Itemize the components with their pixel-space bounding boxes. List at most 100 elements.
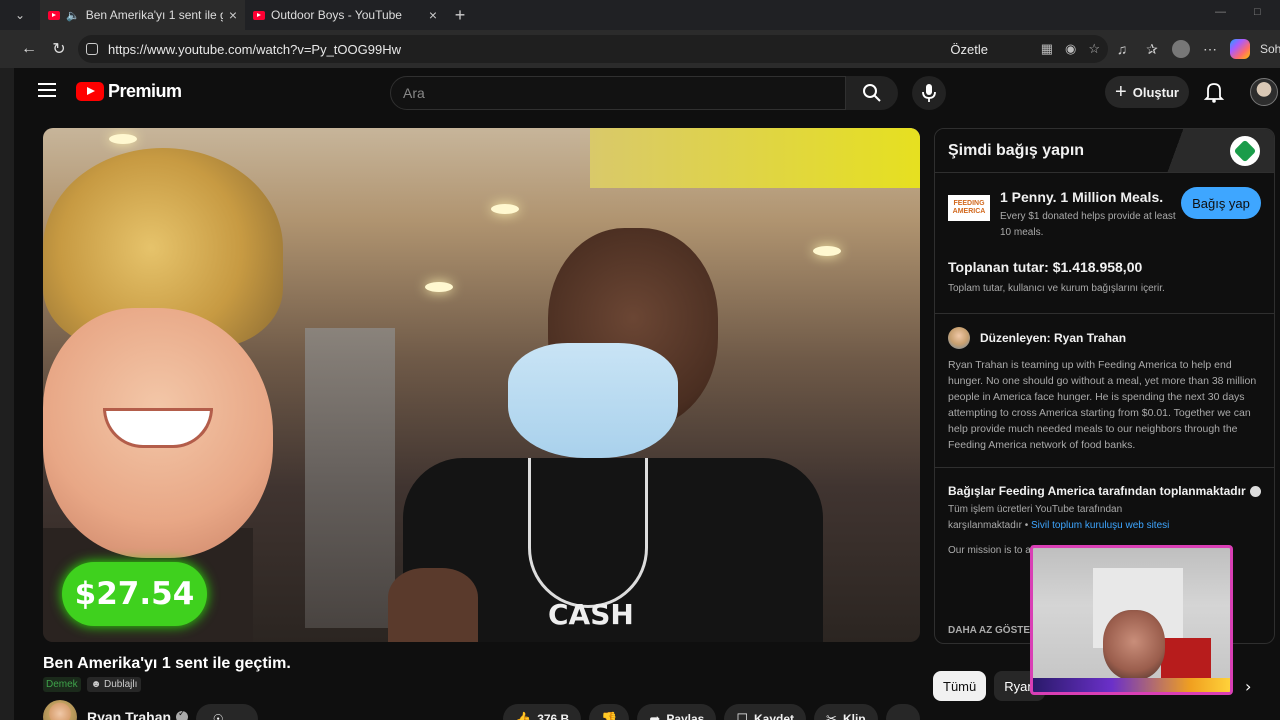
raised-note: Toplam tutar, kullanıcı ve kurum bağışla… xyxy=(948,283,1165,294)
video-frame-mask xyxy=(508,343,678,458)
divider xyxy=(935,467,1274,468)
like-button[interactable]: 👍 376 B xyxy=(503,704,582,720)
favorites-icon[interactable]: ✰ xyxy=(1142,34,1162,64)
tab-list-chevron-icon[interactable]: ⌄ xyxy=(0,0,40,30)
save-icon: ☐ xyxy=(736,711,749,720)
tag-demo: Demek xyxy=(43,677,81,692)
summarize-button[interactable]: Özetle xyxy=(950,42,988,57)
hamburger-menu-icon[interactable] xyxy=(38,83,56,97)
verified-icon xyxy=(176,709,189,720)
minimize-icon[interactable]: — xyxy=(1215,6,1226,18)
speaker-icon[interactable]: 🔈 xyxy=(66,9,80,22)
tab-active[interactable]: 🔈 Ben Amerika'yı 1 sent ile geçti × xyxy=(40,0,245,30)
fundraiser-header: Şimdi bağış yapın xyxy=(935,129,1274,173)
share-button[interactable]: ➦ Paylaş xyxy=(637,704,717,720)
webcam-frame-bar xyxy=(1033,678,1230,692)
more-actions-button[interactable]: ... xyxy=(885,704,920,720)
apps-icon[interactable]: ▦ xyxy=(1041,41,1053,57)
video-frame-pendant: CASH xyxy=(548,598,634,631)
verified-icon xyxy=(1249,485,1261,497)
copilot-icon[interactable] xyxy=(1230,39,1250,59)
tag-dubbed: ☻ Dublajlı xyxy=(86,677,142,692)
browser-toolbar: ← ↻ https://www.youtube.com/watch?v=Py_t… xyxy=(0,30,1280,68)
plus-icon: + xyxy=(1115,80,1127,103)
video-tags: Demek ☻ Dublajlı xyxy=(43,677,142,692)
organizer-avatar xyxy=(948,327,970,349)
webcam-chair xyxy=(1161,638,1211,678)
ngo-website-link[interactable]: Sivil toplum kuruluşu web sitesi xyxy=(1031,520,1169,531)
browser-tab-bar: ⌄ 🔈 Ben Amerika'yı 1 sent ile geçti × Ou… xyxy=(0,0,1280,30)
raised-amount: Toplanan tutar: $1.418.958,00 xyxy=(948,259,1143,275)
close-tab-icon[interactable]: × xyxy=(429,7,437,23)
browser-profile-avatar[interactable] xyxy=(1172,40,1190,58)
voice-search-button[interactable] xyxy=(912,76,946,110)
dislike-button[interactable]: 👎 xyxy=(589,704,630,720)
organizer-description: Ryan Trahan is teaming up with Feeding A… xyxy=(948,359,1257,451)
person-icon: ☻ xyxy=(90,679,102,690)
webcam-person xyxy=(1103,610,1165,680)
url-text[interactable]: https://www.youtube.com/watch?v=Py_tOOG9… xyxy=(108,42,401,57)
search-button[interactable] xyxy=(846,76,898,110)
close-tab-icon[interactable]: × xyxy=(229,7,237,23)
chip-all[interactable]: Tümü xyxy=(933,671,987,701)
share-icon: ➦ xyxy=(649,711,661,720)
youtube-favicon-icon xyxy=(48,10,60,20)
save-button[interactable]: ☐ Kaydet xyxy=(724,704,807,720)
microphone-icon xyxy=(922,84,936,102)
channel-avatar[interactable] xyxy=(43,700,77,720)
feeding-america-logo: FEEDING AMERICA xyxy=(948,195,990,221)
address-bar[interactable]: https://www.youtube.com/watch?v=Py_tOOG9… xyxy=(78,35,1108,63)
youtube-header: Premium + Oluştur xyxy=(14,68,1280,118)
divider xyxy=(935,313,1274,314)
campaign-subtitle: Every $1 donated helps provide at least … xyxy=(1000,211,1176,238)
tracking-icon[interactable]: ◉ xyxy=(1065,41,1076,57)
tab-title: Ben Amerika'yı 1 sent ile geçti xyxy=(85,8,223,22)
video-frame-chain xyxy=(528,458,648,608)
recommendation-chips: Tümü Ryan xyxy=(933,671,1045,701)
collector-note: Tüm işlem ücretleri YouTube tarafından k… xyxy=(948,504,1170,531)
video-frame-hand xyxy=(388,568,478,642)
organizer-title: Düzenleyen: Ryan Trahan xyxy=(980,331,1127,345)
account-avatar[interactable] xyxy=(1250,78,1278,106)
youtube-favicon-icon xyxy=(253,10,265,20)
search-box xyxy=(390,76,846,110)
extensions-icon[interactable]: ♫ xyxy=(1112,34,1132,64)
thumbs-down-icon: 👎 xyxy=(601,711,618,720)
notification-bell-dropdown[interactable]: ☉ ⌄ xyxy=(196,704,258,720)
tab-inactive[interactable]: Outdoor Boys - YouTube × xyxy=(245,0,445,30)
copilot-label[interactable]: Soh xyxy=(1260,42,1280,56)
webcam-overlay xyxy=(1030,545,1233,695)
video-frame-panel xyxy=(305,328,395,628)
left-edge xyxy=(0,68,14,720)
refresh-icon[interactable]: ↻ xyxy=(44,34,74,64)
youtube-premium-logo[interactable]: Premium xyxy=(76,81,182,102)
collector-title: Bağışlar Feeding America tarafından topl… xyxy=(948,484,1261,498)
video-frame-lamp xyxy=(491,204,519,214)
notifications-bell-icon[interactable] xyxy=(1202,80,1226,104)
money-counter-overlay: $27.54 xyxy=(62,562,207,626)
favorite-star-icon[interactable]: ☆ xyxy=(1088,41,1100,57)
video-title: Ben Amerika'yı 1 sent ile geçtim. xyxy=(43,655,291,672)
more-menu-icon[interactable]: ⋯ xyxy=(1200,34,1220,64)
video-frame-ceiling xyxy=(590,128,920,188)
restore-icon[interactable]: □ xyxy=(1254,6,1261,18)
scissors-icon: ✂ xyxy=(826,711,837,720)
site-info-icon[interactable] xyxy=(86,43,98,55)
clip-button[interactable]: ✂ Klip xyxy=(814,704,878,720)
create-button[interactable]: + Oluştur xyxy=(1105,76,1189,108)
campaign-title: 1 Penny. 1 Million Meals. xyxy=(1000,189,1164,205)
thumbs-up-icon: 👍 xyxy=(515,711,532,720)
chevron-right-icon[interactable]: › xyxy=(1245,677,1251,696)
video-actions: 👍 376 B 👎 ➦ Paylaş ☐ Kaydet ✂ Klip ... xyxy=(503,704,920,720)
channel-name[interactable]: Ryan Trahan xyxy=(87,709,171,720)
donate-button[interactable]: Bağış yap xyxy=(1181,187,1261,219)
show-less-button[interactable]: DAHA AZ GÖSTE xyxy=(948,625,1030,636)
charity-heart-icon xyxy=(1230,136,1260,166)
video-frame-lamp xyxy=(813,246,841,256)
bell-icon: ☉ xyxy=(212,712,224,720)
fundraiser-campaign: FEEDING AMERICA 1 Penny. 1 Million Meals… xyxy=(948,187,1261,247)
back-arrow-icon[interactable]: ← xyxy=(14,34,44,64)
search-input[interactable] xyxy=(403,85,845,101)
new-tab-button[interactable]: + xyxy=(445,5,475,26)
video-frame-lamp xyxy=(425,282,453,292)
